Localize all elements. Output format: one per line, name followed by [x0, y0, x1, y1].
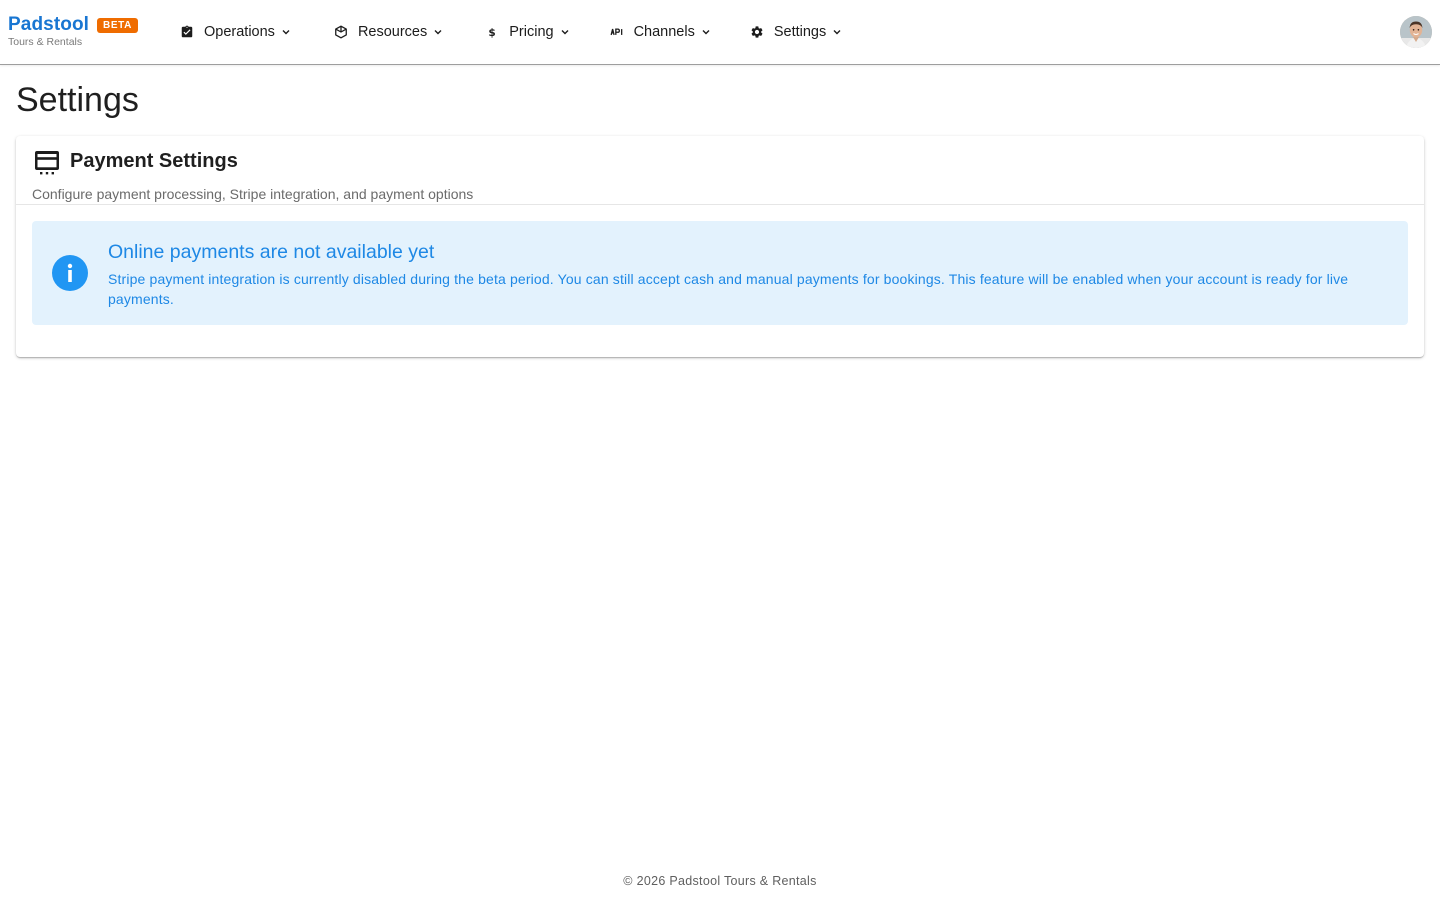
chevron-down-icon — [560, 27, 570, 37]
dollar-icon: $ — [485, 25, 499, 39]
nav-channels[interactable]: Channels — [600, 14, 721, 50]
chevron-down-icon — [281, 27, 291, 37]
alert-title: Online payments are not available yet — [108, 241, 435, 263]
user-avatar[interactable] — [1400, 16, 1432, 48]
payment-settings-card: Payment Settings Configure payment proce… — [16, 136, 1424, 357]
clipboard-check-icon — [180, 25, 194, 39]
nav-pricing[interactable]: $ Pricing — [475, 14, 579, 50]
brand-name: Padstool — [8, 14, 90, 35]
card-header: Payment Settings Configure payment proce… — [16, 136, 1424, 205]
chevron-down-icon — [832, 27, 842, 37]
nav-resources-label: Resources — [357, 24, 428, 40]
brand-tagline: Tours & Rentals — [8, 36, 83, 48]
card-title: Payment Settings — [70, 150, 238, 172]
footer-copyright: © 2026 Padstool Tours & Rentals — [623, 874, 817, 888]
nav-settings-label: Settings — [773, 24, 827, 40]
svg-text:$: $ — [489, 27, 496, 39]
nav-operations[interactable]: Operations — [170, 14, 301, 50]
nav-channels-label: Channels — [633, 24, 695, 40]
beta-badge: BETA — [97, 17, 138, 33]
payment-card-icon — [33, 149, 61, 177]
nav-pricing-label: Pricing — [509, 24, 554, 40]
card-subtitle: Configure payment processing, Stripe int… — [32, 186, 474, 202]
page-title: Settings — [16, 81, 139, 119]
nav-resources[interactable]: Resources — [324, 14, 453, 50]
cube-icon — [334, 25, 348, 39]
chevron-down-icon — [433, 27, 443, 37]
nav-settings[interactable]: Settings — [740, 14, 852, 50]
top-navbar: Padstool BETA Tours & Rentals Operations… — [0, 0, 1440, 65]
chevron-down-icon — [701, 27, 711, 37]
nav-operations-label: Operations — [204, 24, 275, 40]
api-icon — [610, 25, 624, 39]
info-alert: Online payments are not available yet St… — [32, 221, 1408, 325]
gear-icon — [750, 25, 764, 39]
alert-body: Stripe payment integration is currently … — [108, 271, 1349, 307]
brand-logo[interactable]: Padstool BETA Tours & Rentals — [8, 14, 138, 48]
main-nav: Operations Resources $ Pricing Channels … — [170, 0, 870, 64]
info-icon — [52, 255, 88, 291]
